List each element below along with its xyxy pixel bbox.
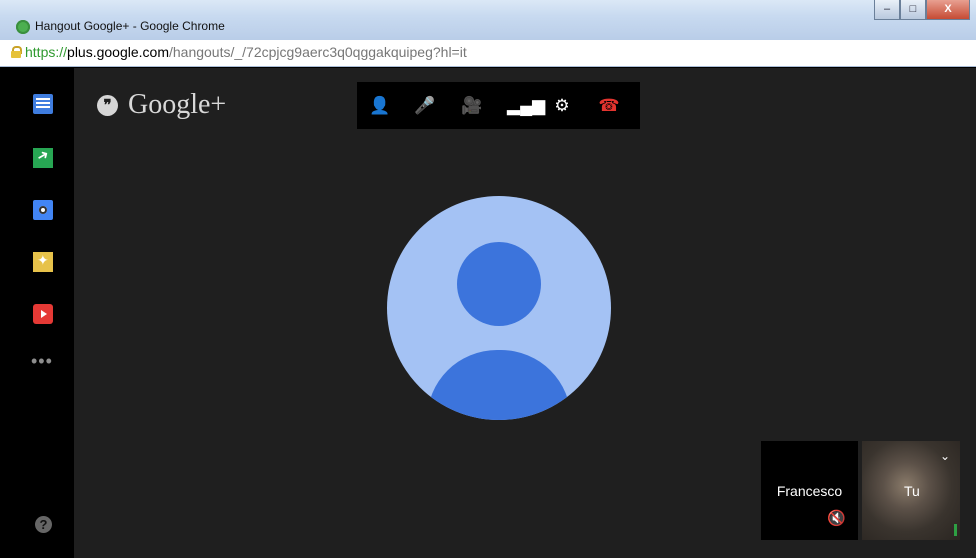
hang-up-icon[interactable]: ☎	[598, 95, 620, 117]
window-titlebar: Hangout Google+ - Google Chrome – □ X	[0, 0, 976, 40]
hangouts-favicon-icon	[16, 20, 30, 34]
window-controls: – □ X	[874, 0, 970, 20]
url-path: /hangouts/_/72cpjcg9aerc3q0qggakquipeg?h…	[168, 44, 467, 60]
bandwidth-icon[interactable]: ▂▄▆	[507, 95, 545, 117]
participant-avatar	[387, 196, 611, 420]
help-icon[interactable]: ?	[35, 516, 52, 533]
chat-icon[interactable]	[33, 94, 53, 114]
close-button[interactable]: X	[926, 0, 970, 20]
muted-microphone-icon: 🔇	[827, 510, 846, 527]
volume-indicator	[954, 524, 957, 536]
url-text[interactable]: https://plus.google.com/hangouts/_/72cpj…	[25, 44, 467, 60]
minimize-button[interactable]: –	[874, 0, 900, 20]
screenshare-icon[interactable]	[33, 148, 53, 168]
mute-microphone-icon[interactable]: 🎤	[414, 95, 436, 117]
youtube-icon[interactable]	[33, 304, 53, 324]
url-scheme: https://	[25, 44, 68, 60]
call-toolbar: 👤 🎤 🎥 ▂▄▆ ⚙ ☎	[357, 82, 640, 129]
participant-tile-self[interactable]: ⌄ Tu	[862, 441, 960, 540]
chevron-down-icon[interactable]: ⌄	[940, 449, 950, 463]
invite-people-icon[interactable]: 👤	[369, 95, 391, 117]
brand-text: Google+	[128, 89, 227, 120]
lock-icon	[11, 46, 22, 58]
address-bar[interactable]: https://plus.google.com/hangouts/_/72cpj…	[0, 40, 976, 67]
more-apps-icon[interactable]: •••	[31, 351, 53, 372]
camera-off-icon[interactable]: 🎥	[461, 95, 483, 117]
apps-rail: ••• ?	[8, 68, 74, 558]
url-host: plus.google.com	[67, 44, 169, 60]
effects-icon[interactable]	[33, 252, 53, 272]
settings-gear-icon[interactable]: ⚙	[551, 95, 573, 117]
avatar-head	[457, 242, 541, 326]
camera-icon[interactable]	[33, 200, 53, 220]
window-title: Hangout Google+ - Google Chrome	[35, 19, 225, 33]
google-plus-logo: ❞ Google+	[97, 85, 226, 125]
participant-tile-francesco[interactable]: Francesco 🔇	[761, 441, 858, 540]
participant-name-self: Tu	[904, 483, 920, 499]
hangouts-logo-icon: ❞	[97, 94, 118, 116]
avatar-body	[427, 350, 571, 420]
video-stage: ❞ Google+ 👤 🎤 🎥 ▂▄▆ ⚙ ☎ Francesco 🔇 ⌄ Tu	[74, 68, 976, 558]
maximize-button[interactable]: □	[900, 0, 926, 20]
participant-name: Francesco	[776, 483, 843, 499]
